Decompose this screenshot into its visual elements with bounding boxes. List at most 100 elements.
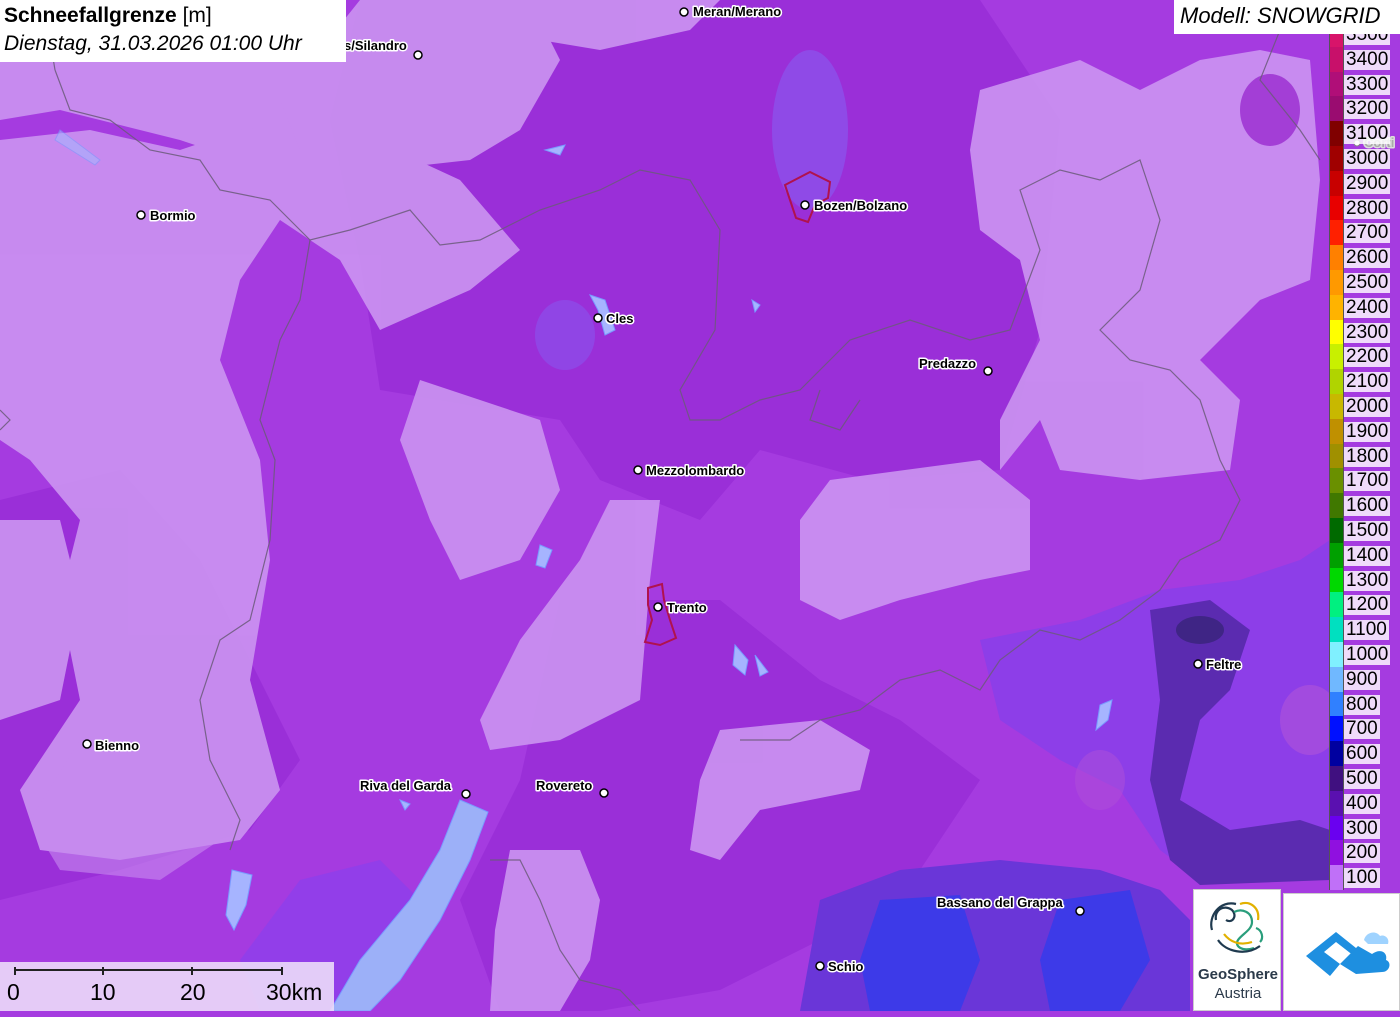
legend-entry-2900: 2900 bbox=[1328, 170, 1400, 196]
legend-label: 600 bbox=[1344, 743, 1380, 765]
legend-swatch bbox=[1329, 443, 1344, 469]
legend-entry-1600: 1600 bbox=[1328, 493, 1400, 518]
legend-entry-800: 800 bbox=[1328, 691, 1400, 717]
legend-swatch bbox=[1329, 71, 1344, 97]
legend-swatch bbox=[1329, 790, 1344, 816]
legend-label: 1400 bbox=[1344, 544, 1391, 566]
legend-entry-200: 200 bbox=[1328, 840, 1400, 866]
legend-swatch bbox=[1329, 518, 1344, 543]
legend-label: 2600 bbox=[1344, 247, 1391, 269]
legend-swatch bbox=[1329, 270, 1344, 295]
scale-label-30: 30km bbox=[266, 979, 323, 1005]
legend-entry-900: 900 bbox=[1328, 666, 1400, 692]
legend-swatch bbox=[1329, 815, 1344, 841]
svg-text:Bozen/Bolzano: Bozen/Bolzano bbox=[814, 198, 907, 213]
legend-label: 2300 bbox=[1344, 321, 1391, 343]
legend-swatch bbox=[1329, 741, 1344, 766]
title-unit: [m] bbox=[176, 4, 212, 27]
legend-swatch bbox=[1329, 319, 1344, 345]
legend-label: 3400 bbox=[1344, 48, 1391, 70]
legend-swatch bbox=[1329, 567, 1344, 593]
city-meran: Meran/Merano bbox=[679, 3, 783, 21]
legend-swatch bbox=[1329, 220, 1344, 246]
legend-swatch bbox=[1329, 493, 1344, 518]
legend-swatch bbox=[1329, 716, 1344, 742]
app-logo[interactable] bbox=[1283, 893, 1400, 1011]
legend-entry-2600: 2600 bbox=[1328, 245, 1400, 270]
city-bozen: Bozen/Bolzano bbox=[800, 197, 909, 215]
scale-label-20: 20 bbox=[180, 979, 206, 1005]
legend-entry-3400: 3400 bbox=[1328, 46, 1400, 72]
geosphere-logo[interactable]: GeoSphere Austria bbox=[1193, 889, 1281, 1011]
map-title-box: Schneefallgrenze [m] Dienstag, 31.03.202… bbox=[0, 0, 346, 62]
legend-swatch bbox=[1329, 418, 1344, 444]
legend-swatch bbox=[1329, 344, 1344, 370]
legend-entry-3500: 3500 bbox=[1328, 34, 1400, 47]
svg-text:Schio: Schio bbox=[828, 959, 863, 974]
legend-swatch bbox=[1329, 294, 1344, 320]
map-datetime: Dienstag, 31.03.2026 01:00 Uhr bbox=[4, 32, 302, 55]
legend-label: 3200 bbox=[1344, 98, 1391, 120]
legend-label: 700 bbox=[1344, 718, 1380, 740]
svg-text:Bienno: Bienno bbox=[95, 738, 139, 753]
legend-swatch bbox=[1329, 369, 1344, 394]
map-title: Schneefallgrenze [m] bbox=[4, 2, 342, 30]
legend-label: 900 bbox=[1344, 668, 1380, 690]
legend-label: 100 bbox=[1344, 867, 1380, 889]
legend-swatch bbox=[1329, 121, 1344, 146]
legend-swatch bbox=[1329, 394, 1344, 419]
legend-swatch bbox=[1329, 245, 1344, 270]
legend-label: 2900 bbox=[1344, 172, 1391, 194]
color-legend: 3500 3400 3300 3200 3100 3000 2900 2800 2700 2600… bbox=[1328, 34, 1400, 892]
legend-swatch bbox=[1329, 34, 1344, 47]
legend-label: 1800 bbox=[1344, 445, 1391, 467]
legend-label: 2000 bbox=[1344, 396, 1391, 417]
legend-label: 1200 bbox=[1344, 594, 1391, 616]
legend-entry-300: 300 bbox=[1328, 815, 1400, 841]
legend-label: 1100 bbox=[1344, 619, 1389, 641]
legend-entry-1100: 1100 bbox=[1328, 617, 1400, 642]
svg-text:s/Silandro: s/Silandro bbox=[344, 38, 407, 53]
legend-entry-2300: 2300 bbox=[1328, 319, 1400, 345]
legend-entry-2000: 2000 bbox=[1328, 394, 1400, 419]
legend-label: 3300 bbox=[1344, 73, 1391, 95]
legend-label: 2400 bbox=[1344, 296, 1391, 318]
legend-label: 1600 bbox=[1344, 495, 1391, 517]
scale-tick-30 bbox=[281, 967, 283, 975]
legend-entry-3300: 3300 bbox=[1328, 71, 1400, 97]
legend-entry-2700: 2700 bbox=[1328, 220, 1400, 246]
scale-label-10: 10 bbox=[90, 979, 116, 1005]
scale-line bbox=[14, 969, 282, 971]
legend-swatch bbox=[1329, 617, 1344, 642]
legend-label: 500 bbox=[1344, 768, 1380, 789]
legend-entry-500: 500 bbox=[1328, 766, 1400, 791]
scale-tick-10 bbox=[102, 967, 104, 975]
legend-label: 800 bbox=[1344, 693, 1380, 715]
legend-entry-700: 700 bbox=[1328, 716, 1400, 742]
legend-entry-2800: 2800 bbox=[1328, 195, 1400, 221]
svg-text:Riva del Garda: Riva del Garda bbox=[360, 778, 452, 793]
legend-swatch bbox=[1329, 146, 1344, 171]
legend-swatch bbox=[1329, 170, 1344, 196]
model-label: Modell: SNOWGRID bbox=[1174, 0, 1400, 34]
scale-bar: 0 10 20 30km bbox=[0, 962, 334, 1011]
scale-label-0: 0 bbox=[7, 979, 20, 1005]
legend-entry-2100: 2100 bbox=[1328, 369, 1400, 394]
legend-entry-3200: 3200 bbox=[1328, 96, 1400, 122]
legend-label: 2100 bbox=[1344, 371, 1391, 393]
legend-label: 200 bbox=[1344, 842, 1380, 864]
legend-entry-2400: 2400 bbox=[1328, 294, 1400, 320]
legend-label: 3500 bbox=[1344, 34, 1391, 45]
legend-entry-3100: 3100 bbox=[1328, 121, 1400, 146]
legend-entry-1900: 1900 bbox=[1328, 418, 1400, 444]
legend-entry-1000: 1000 bbox=[1328, 642, 1400, 667]
title-bold: Schneefallgrenze bbox=[4, 4, 177, 27]
svg-text:Trento: Trento bbox=[667, 600, 707, 615]
snowfall-line-map[interactable]: Meran/Merano s/Silandro Bormio Bozen/Bol… bbox=[0, 0, 1400, 1011]
legend-entry-2500: 2500 bbox=[1328, 270, 1400, 295]
legend-entry-400: 400 bbox=[1328, 790, 1400, 816]
legend-label: 1700 bbox=[1344, 470, 1391, 492]
legend-entry-1700: 1700 bbox=[1328, 468, 1400, 494]
legend-swatch bbox=[1329, 691, 1344, 717]
svg-text:Cles: Cles bbox=[606, 311, 633, 326]
